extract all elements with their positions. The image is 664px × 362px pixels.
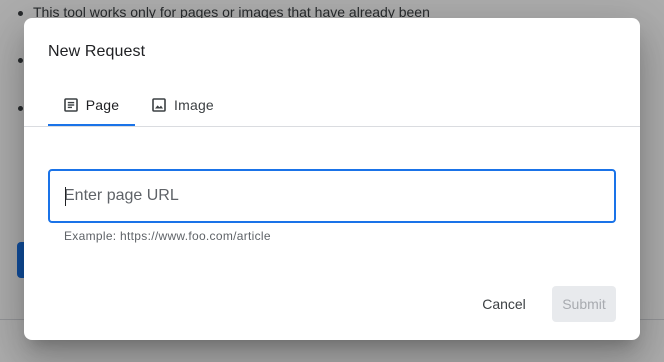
submit-button[interactable]: Submit (552, 286, 616, 322)
tab-image[interactable]: Image (152, 84, 216, 126)
url-field[interactable] (48, 169, 616, 223)
dialog-title: New Request (48, 43, 146, 60)
tab-page[interactable]: Page (48, 84, 135, 126)
text-caret (65, 187, 66, 206)
page-url-input[interactable] (64, 171, 604, 221)
url-helper-text: Example: https://www.foo.com/article (64, 229, 271, 243)
tab-page-label: Page (85, 97, 120, 113)
document-icon (63, 98, 78, 112)
tabs-divider (24, 126, 640, 127)
cancel-button[interactable]: Cancel (469, 286, 539, 322)
tab-image-label: Image (174, 97, 214, 113)
image-icon (152, 98, 166, 112)
new-request-dialog: New Request Page Image Example: https://… (24, 18, 640, 340)
